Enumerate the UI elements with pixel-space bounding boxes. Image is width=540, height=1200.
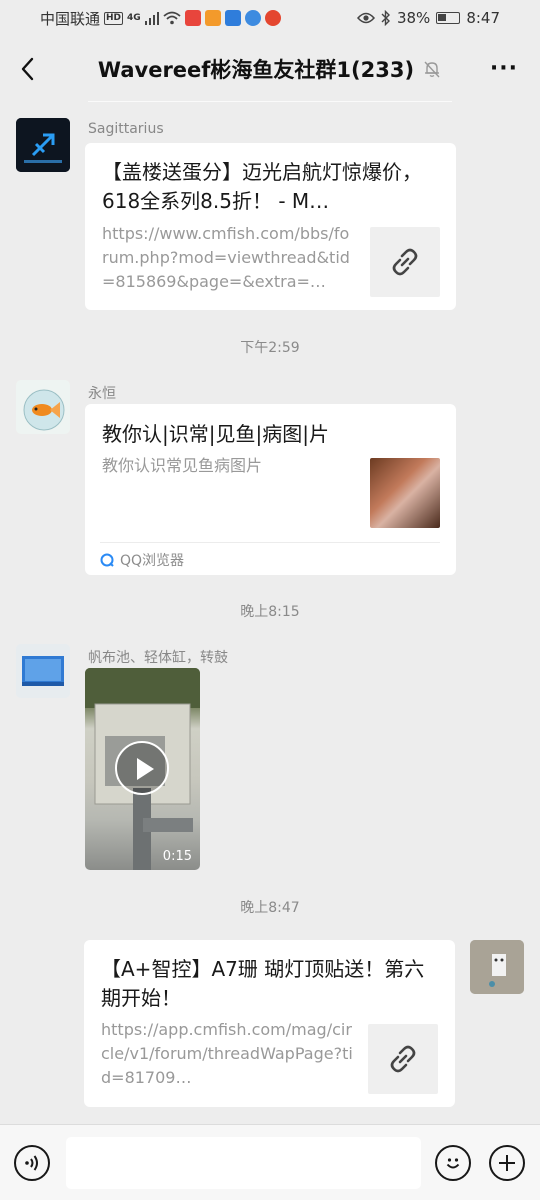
link-icon: [392, 248, 418, 276]
card-description: https://app.cmfish.com/mag/circle/v1/for…: [101, 1020, 353, 1087]
link-thumbnail: [370, 227, 440, 297]
hd-badge: HD: [104, 11, 124, 25]
timestamp: 晚上8:15: [240, 604, 300, 620]
link-card[interactable]: 【A+智控】A7珊 瑚灯顶贴送！第六期开始！ https://app.cmfis…: [84, 940, 455, 1107]
sender-name: 永恒: [88, 386, 116, 402]
link-icon: [390, 1045, 416, 1073]
card-description: https://www.cmfish.com/bbs/forum.php?mod…: [102, 224, 350, 291]
source-label: QQ浏览器: [120, 553, 185, 569]
signal-icon: [144, 12, 159, 25]
timestamp: 下午2:59: [240, 340, 300, 356]
chat-title: Wavereef彬海鱼友社群1(233): [97, 58, 415, 82]
eye-icon: [356, 12, 375, 24]
message-input[interactable]: [66, 1137, 421, 1189]
self-avatar-image: [470, 940, 524, 994]
avatar[interactable]: [16, 644, 70, 698]
browser-app-icon: [244, 10, 261, 26]
wifi-icon: [163, 11, 181, 25]
app-store-icon: [224, 10, 241, 26]
status-right: 38% 8:47: [356, 9, 500, 27]
card-title: 【盖楼送蛋分】迈光启航灯惊爆价，618全系列8.5折！ - M…: [102, 160, 422, 213]
video-duration: 0:15: [162, 849, 192, 864]
link-card[interactable]: 【盖楼送蛋分】迈光启航灯惊爆价，618全系列8.5折！ - M… https:/…: [85, 143, 456, 310]
avatar[interactable]: [16, 118, 70, 172]
sagittarius-logo: [16, 118, 70, 172]
network-label: 4G: [127, 13, 141, 23]
clock: 8:47: [466, 9, 500, 27]
bluetooth-icon: [381, 10, 390, 26]
play-icon[interactable]: [115, 741, 169, 795]
qq-browser-icon: [100, 553, 114, 567]
title-bar: Wavereef彬海鱼友社群1(233) ···: [0, 36, 540, 102]
input-bar: [0, 1124, 540, 1200]
weibo-icon: [264, 10, 281, 26]
avatar[interactable]: [16, 380, 70, 434]
sender-name: Sagittarius: [88, 121, 164, 137]
plus-icon: [499, 1155, 515, 1171]
link-thumbnail: [368, 1024, 438, 1094]
battery-icon: [436, 12, 461, 24]
card-title: 教你认|识常|见鱼|病图|片: [102, 422, 329, 446]
more-functions-button[interactable]: [489, 1145, 525, 1181]
app-notification-icon: [184, 10, 201, 26]
carrier-label: 中国联通: [40, 9, 101, 28]
canvas-pool-avatar: [16, 644, 70, 698]
link-card[interactable]: 教你认|识常|见鱼|病图|片 教你认识常见鱼病图片 QQ浏览器: [85, 404, 456, 575]
chat-title-inner: Wavereef彬海鱼友社群1(233): [98, 54, 442, 84]
timestamp: 晚上8:47: [240, 900, 300, 916]
status-left: 中国联通 HD 4G: [40, 8, 281, 29]
card-description: 教你认识常见鱼病图片: [102, 456, 263, 475]
article-thumbnail: [370, 458, 440, 528]
status-bar: 中国联通 HD 4G 38% 8:47: [0, 0, 540, 36]
card-source: QQ浏览器: [100, 550, 184, 570]
video-message[interactable]: 0:15: [85, 668, 200, 870]
video-app-icon: [204, 10, 221, 26]
bell-off-icon: [424, 61, 440, 78]
card-divider: [100, 542, 440, 543]
voice-button[interactable]: [14, 1145, 50, 1181]
sender-name: 帆布池、轻体缸，转鼓: [88, 650, 228, 666]
emoji-icon: [446, 1158, 460, 1169]
battery-percent: 38%: [396, 9, 431, 27]
divider: [88, 101, 452, 102]
card-title: 【A+智控】A7珊 瑚灯顶贴送！第六期开始！: [101, 957, 425, 1010]
chat-title-wrap: Wavereef彬海鱼友社群1(233): [0, 54, 540, 84]
emoji-button[interactable]: [435, 1145, 471, 1181]
more-button[interactable]: ···: [490, 56, 518, 81]
self-avatar[interactable]: [470, 940, 524, 994]
goldfish-avatar: [16, 380, 70, 434]
voice-icon: [25, 1155, 38, 1171]
